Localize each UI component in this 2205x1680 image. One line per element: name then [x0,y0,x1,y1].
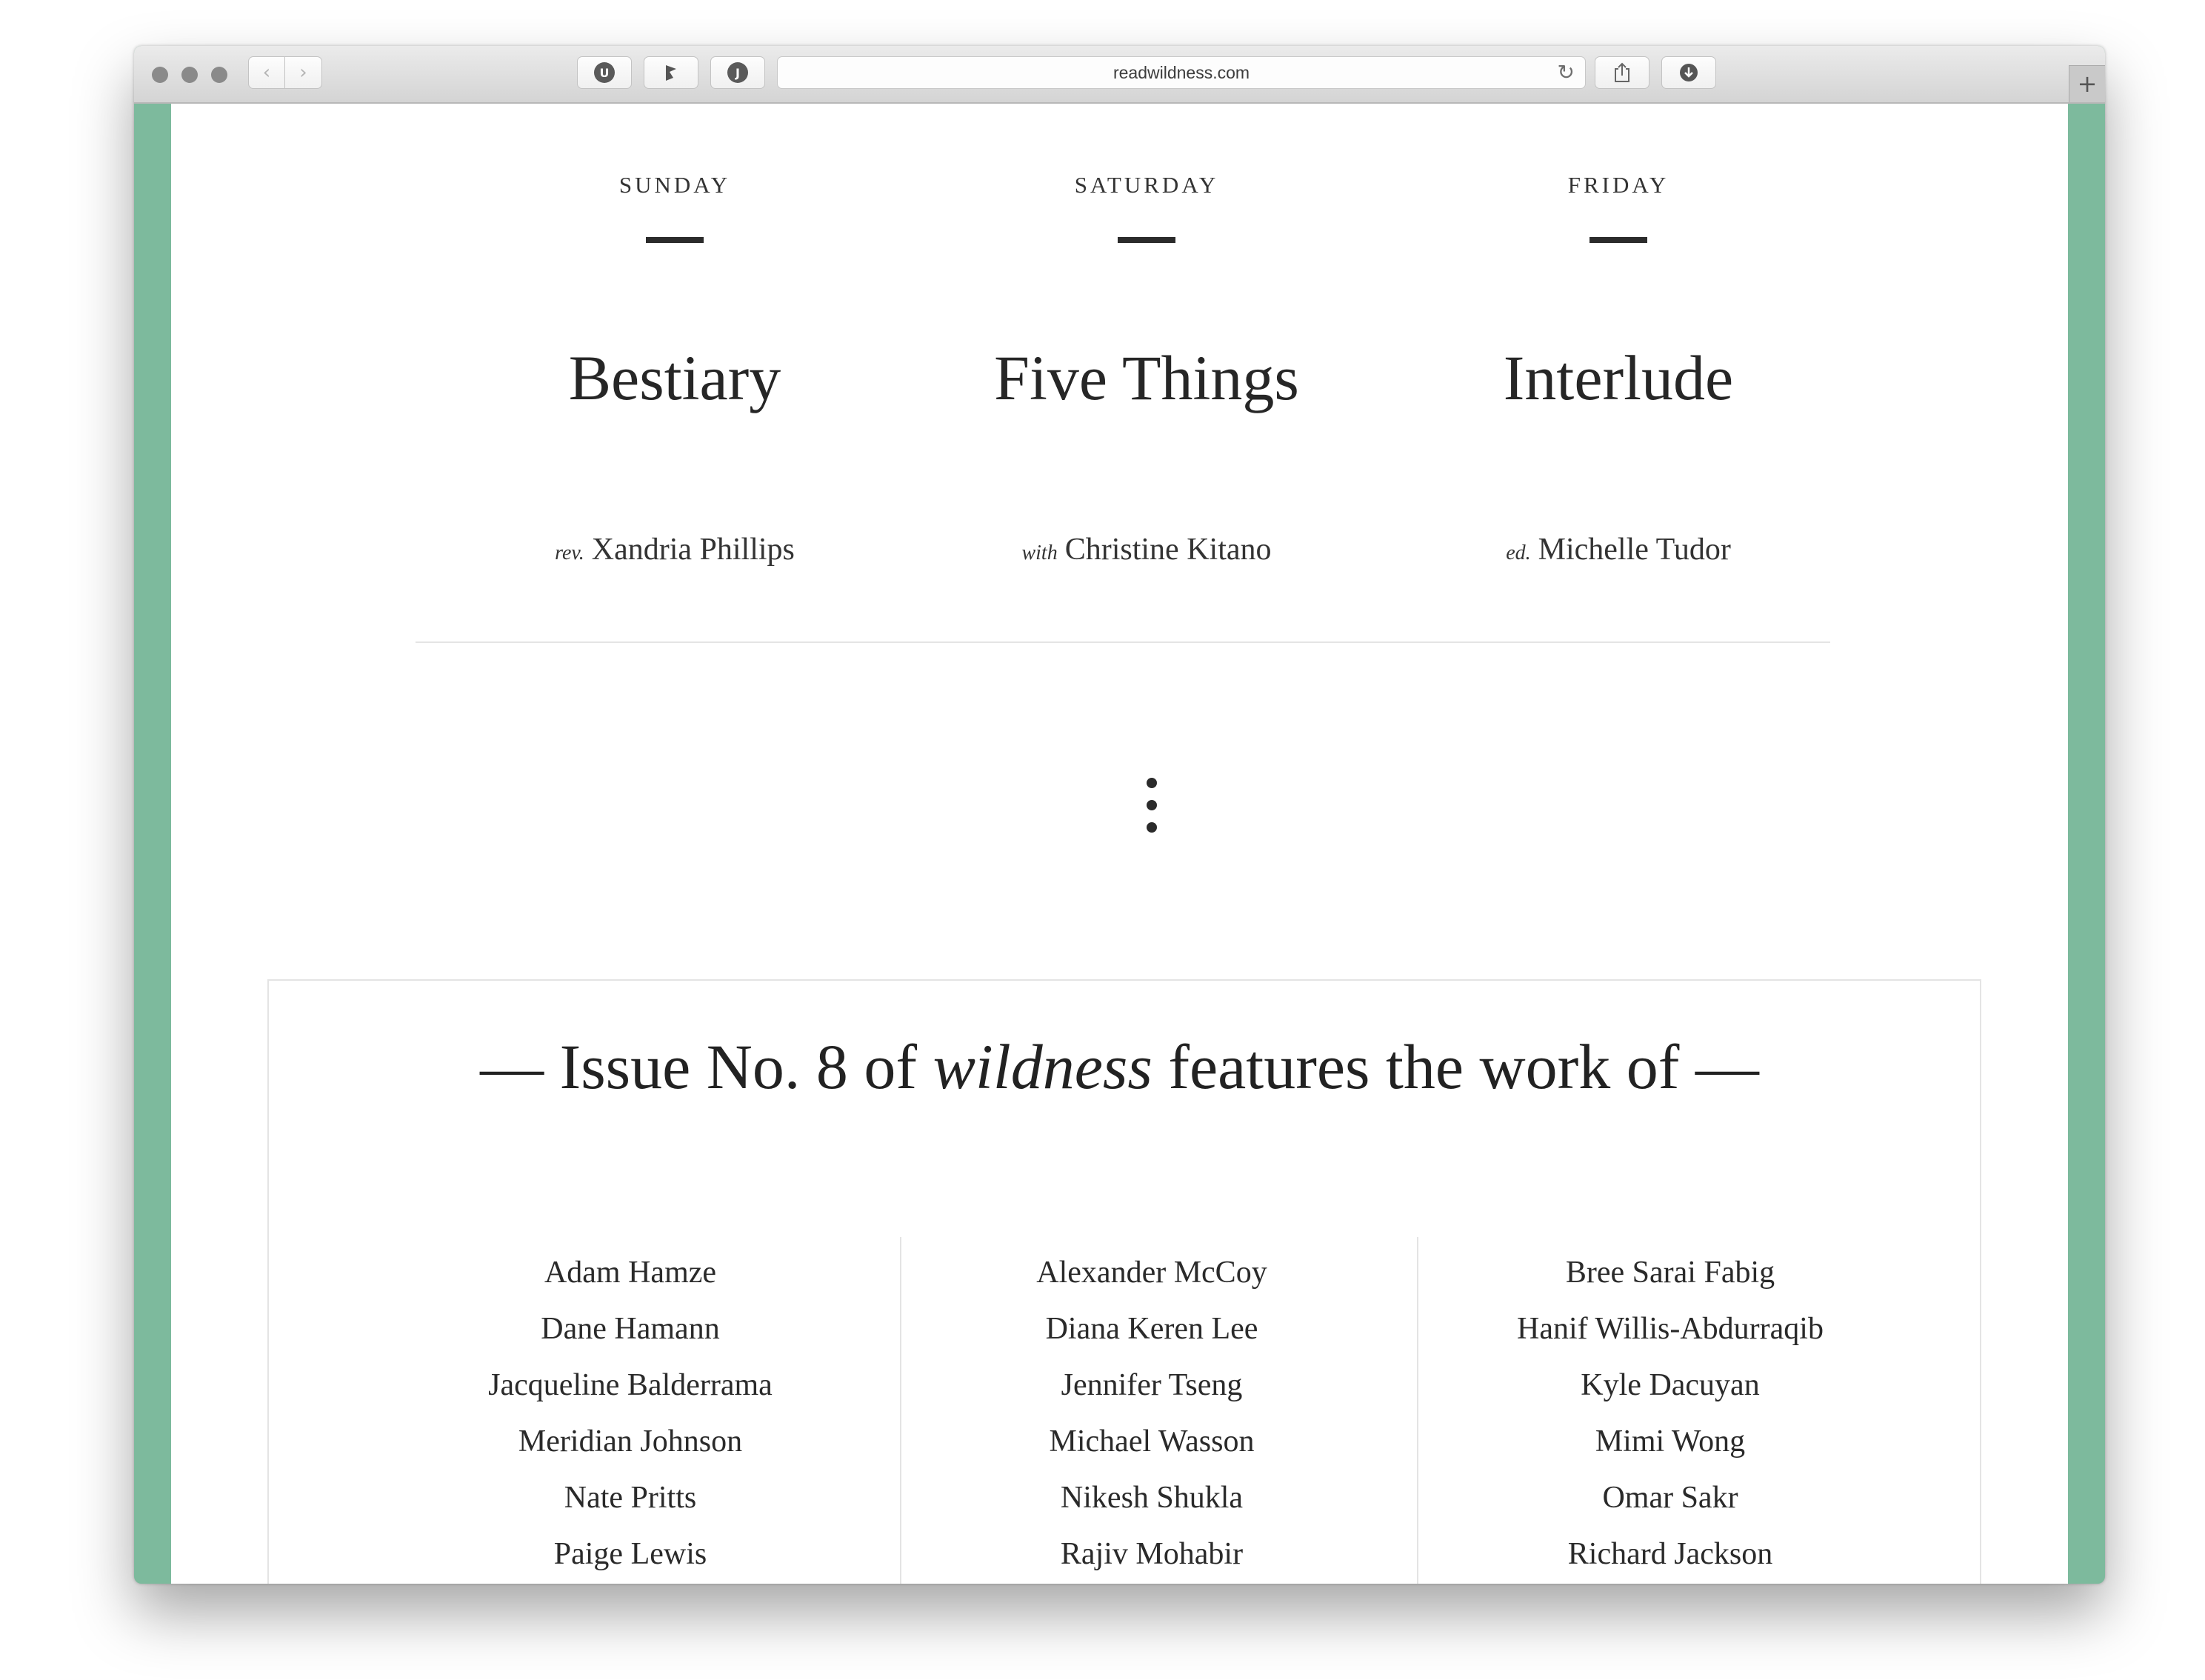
dot [1147,822,1157,833]
web-page: SUNDAY SATURDAY FRIDAY Bestiary Five Thi… [171,104,2068,1584]
bookmark-extension-button[interactable] [644,56,698,89]
feature-day: SUNDAY [618,172,731,198]
dot [1147,778,1157,788]
contributor-name[interactable]: Jennifer Tseng [912,1357,1392,1413]
contributor-name[interactable]: Paige Lewis [393,1526,867,1582]
feature-byline: with Christine Kitano [924,532,1369,567]
feature-day: SATURDAY [1074,172,1219,198]
chevron-left-icon: ‹ [262,61,271,84]
contributor-column: Alexander McCoy Diana Keren Lee Jennifer… [912,1244,1392,1582]
ublock-extension-button[interactable]: U [577,56,632,89]
contributors-heading: — Issue No. 8 of wildness features the w… [171,1030,2068,1104]
contributor-name[interactable]: Nate Pritts [393,1470,867,1526]
byline-person: Michelle Tudor [1538,533,1731,567]
dot [1147,800,1157,810]
contributor-name[interactable]: Jacqueline Balderrama [393,1357,867,1413]
contributor-name[interactable]: Rajiv Mohabir [912,1526,1392,1582]
byline-person: Xandria Phillips [591,533,795,567]
feature-title-link[interactable]: Interlude [1396,341,1841,415]
contributor-name[interactable]: Omar Sakr [1430,1470,1910,1526]
contributor-name[interactable]: Meridian Johnson [393,1413,867,1470]
contributor-name[interactable]: Richard Jackson [1430,1526,1910,1582]
column-divider [1417,1237,1418,1584]
contributor-name[interactable]: Adam Hamze [393,1244,867,1301]
minimize-window-button[interactable] [181,67,198,83]
contributor-name[interactable]: Diana Keren Lee [912,1301,1392,1357]
contributor-name[interactable]: Alexander McCoy [912,1244,1392,1301]
feature-divider-dash [1118,237,1175,243]
json-icon: J [727,62,748,83]
feature-byline: ed. Michelle Tudor [1396,532,1841,567]
section-divider [416,641,1830,643]
share-icon [1615,62,1629,82]
contributor-name[interactable]: Kyle Dacuyan [1430,1357,1910,1413]
url-text: readwildness.com [1112,63,1250,82]
chevron-right-icon: › [299,61,307,84]
feature-divider-dash [646,237,704,243]
byline-prefix: rev. [555,541,584,564]
byline-prefix: ed. [1506,541,1531,564]
feature-title-link[interactable]: Bestiary [453,341,897,415]
heading-text: features the work of — [1152,1031,1759,1102]
plus-icon: + [2077,70,2098,98]
heading-text: — Issue No. 8 of [480,1031,933,1102]
forward-button[interactable]: › [285,56,322,89]
magazine-name: wildness [933,1031,1152,1102]
contributor-name[interactable]: Michael Wasson [912,1413,1392,1470]
feature-day: FRIDAY [1567,172,1669,198]
new-tab-button[interactable]: + [2069,65,2105,102]
contributor-name[interactable]: Mimi Wong [1430,1413,1910,1470]
back-button[interactable]: ‹ [248,56,285,89]
contributor-name[interactable]: Hanif Willis-Abdurraqib [1430,1301,1910,1357]
column-divider [900,1237,901,1584]
reload-icon[interactable]: ↻ [1558,57,1575,88]
byline-prefix: with [1021,541,1058,564]
close-window-button[interactable] [152,67,168,83]
browser-toolbar: ‹ › U J readwildness.com ↻ + [134,46,2105,104]
byline-person: Christine Kitano [1064,533,1272,567]
share-button[interactable] [1595,56,1649,89]
download-icon [1680,64,1698,81]
zoom-window-button[interactable] [211,67,227,83]
browser-window: ‹ › U J readwildness.com ↻ + SUNDAY SATU… [134,46,2105,1584]
contributor-name[interactable]: Nikesh Shukla [912,1470,1392,1526]
feature-title-link[interactable]: Five Things [924,341,1369,415]
ublock-icon: U [594,62,615,83]
feature-divider-dash [1589,237,1647,243]
feature-byline: rev. Xandria Phillips [453,532,897,567]
contributor-column: Bree Sarai Fabig Hanif Willis-Abdurraqib… [1430,1244,1910,1582]
json-extension-button[interactable]: J [710,56,765,89]
contributor-name[interactable]: Bree Sarai Fabig [1430,1244,1910,1301]
downloads-button[interactable] [1661,56,1716,89]
pin-flag-icon [666,65,676,81]
more-options-icon[interactable] [1147,778,1157,844]
contributor-name[interactable]: Dane Hamann [393,1301,867,1357]
contributor-column: Adam Hamze Dane Hamann Jacqueline Balder… [393,1244,867,1582]
address-bar[interactable]: readwildness.com ↻ [777,56,1586,89]
